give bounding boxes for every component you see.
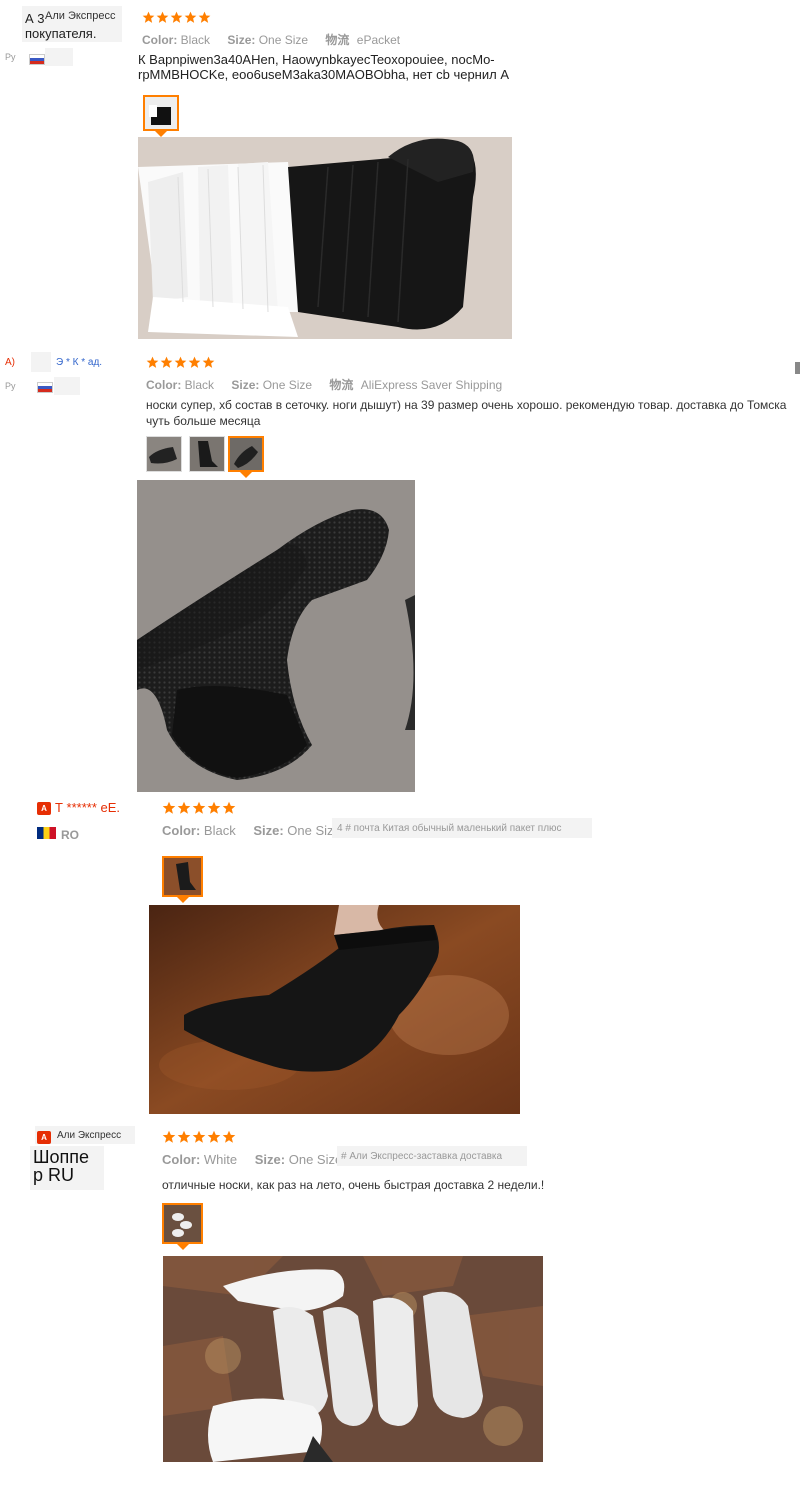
star-icon bbox=[142, 11, 155, 24]
rating-stars bbox=[146, 356, 215, 369]
star-icon bbox=[202, 356, 215, 369]
aliexpress-badge-icon: А bbox=[37, 1131, 51, 1144]
color-label: Color: bbox=[162, 823, 201, 838]
avatar bbox=[31, 352, 51, 372]
review-photo[interactable] bbox=[137, 480, 415, 792]
black-sock-on-foot-photo bbox=[149, 905, 520, 1114]
blurred-region bbox=[45, 48, 73, 66]
shipping-value: # Али Экспресс-заставка доставка bbox=[341, 1151, 503, 1162]
rating-stars bbox=[142, 11, 211, 24]
sku-info: Color: Black Size: One Size bbox=[162, 823, 341, 838]
thumbnail-pointer bbox=[240, 472, 252, 478]
store-badge-label: Али Экспресс bbox=[57, 1130, 122, 1141]
sock-thumbnail-image bbox=[190, 437, 224, 471]
size-label: Size: bbox=[227, 33, 256, 47]
white-socks-on-rug-photo bbox=[163, 1256, 543, 1462]
scrollbar-thumb[interactable] bbox=[795, 362, 800, 374]
rating-stars bbox=[162, 1130, 236, 1144]
star-icon bbox=[192, 801, 206, 815]
star-icon bbox=[146, 356, 159, 369]
star-icon bbox=[207, 801, 221, 815]
review-photo-thumbnail[interactable] bbox=[162, 856, 203, 897]
thumbnail-pointer bbox=[177, 1244, 189, 1250]
reviewer-name: Э * К * ад. bbox=[56, 357, 103, 368]
star-icon bbox=[177, 801, 191, 815]
socks-thumbnail-image bbox=[145, 97, 177, 129]
size-label: Size: bbox=[254, 1152, 286, 1167]
blurred-region bbox=[54, 377, 80, 395]
review-photo[interactable] bbox=[149, 905, 520, 1114]
star-icon bbox=[184, 11, 197, 24]
reviewer-name: Т ****** еЕ. bbox=[55, 800, 121, 815]
star-icon bbox=[207, 1130, 221, 1144]
shipping-label: 物流 bbox=[325, 33, 350, 47]
star-icon bbox=[222, 801, 236, 815]
russia-flag-icon bbox=[37, 382, 53, 393]
size-label: Size: bbox=[231, 378, 260, 392]
star-icon bbox=[156, 11, 169, 24]
reviewer-country: р RU bbox=[33, 1165, 75, 1185]
star-icon bbox=[160, 356, 173, 369]
review-photo-thumbnail[interactable] bbox=[228, 436, 264, 472]
shipping-value: 4 # почта Китая обычный маленький пакет … bbox=[337, 823, 562, 834]
review-photo[interactable] bbox=[163, 1256, 543, 1462]
star-icon bbox=[174, 356, 187, 369]
sock-thumbnail-image bbox=[230, 438, 262, 470]
shipping-value: AliExpress Saver Shipping bbox=[360, 378, 503, 392]
country-code: Ру bbox=[5, 52, 16, 62]
review-photo-thumbnail[interactable] bbox=[162, 1203, 203, 1244]
name-prefix: А) bbox=[5, 357, 15, 368]
review-photo-thumbnail[interactable] bbox=[146, 436, 182, 472]
size-value: One Size bbox=[258, 33, 309, 47]
star-icon bbox=[177, 1130, 191, 1144]
black-mesh-sock-photo bbox=[137, 480, 415, 792]
aliexpress-badge-icon: А bbox=[37, 802, 51, 815]
review-photo[interactable] bbox=[138, 137, 512, 339]
color-value: Black bbox=[180, 33, 211, 47]
russia-flag-icon bbox=[29, 54, 45, 65]
color-label: Color: bbox=[146, 378, 182, 392]
star-icon bbox=[162, 1130, 176, 1144]
star-icon bbox=[192, 1130, 206, 1144]
country-code: Ру bbox=[5, 381, 16, 391]
star-icon bbox=[198, 11, 211, 24]
color-label: Color: bbox=[162, 1152, 201, 1167]
color-value: Black bbox=[184, 378, 215, 392]
reviewer-name: А 3 покупателя. bbox=[25, 11, 97, 41]
star-icon bbox=[188, 356, 201, 369]
review-text: отличные носки, как раз на лето, очень б… bbox=[162, 1178, 545, 1192]
country-code: RO bbox=[61, 828, 79, 842]
rating-stars bbox=[162, 801, 236, 815]
review-text: К Bapnpiwen3a40AHen, HaowynbkayecTeoxopo… bbox=[138, 52, 509, 82]
reviewer-name: Шоппе bbox=[33, 1147, 90, 1167]
sku-info: Color: Black Size: One Size 物流 AliExpres… bbox=[146, 376, 502, 393]
review-photo-thumbnail[interactable] bbox=[143, 95, 179, 131]
review-photo-thumbnail[interactable] bbox=[189, 436, 225, 472]
sku-info: Color: Black Size: One Size 物流 ePacket bbox=[142, 31, 400, 48]
size-value: One Size bbox=[288, 1152, 343, 1167]
color-label: Color: bbox=[142, 33, 178, 47]
shipping-value: ePacket bbox=[356, 33, 401, 47]
color-value: Black bbox=[203, 823, 236, 838]
sock-thumbnail-image bbox=[164, 858, 201, 895]
white-black-socks-photo bbox=[138, 137, 512, 339]
shipping-label: 物流 bbox=[329, 378, 354, 392]
thumbnail-pointer bbox=[177, 897, 189, 903]
color-value: White bbox=[203, 1152, 238, 1167]
socks-thumbnail-image bbox=[164, 1205, 201, 1242]
size-label: Size: bbox=[253, 823, 284, 838]
star-icon bbox=[162, 801, 176, 815]
star-icon bbox=[170, 11, 183, 24]
romania-flag-icon bbox=[37, 827, 56, 839]
sku-info: Color: White Size: One Size bbox=[162, 1152, 342, 1167]
review-text: носки супер, хб состав в сеточку. ноги д… bbox=[146, 398, 787, 428]
size-value: One Size bbox=[262, 378, 313, 392]
star-icon bbox=[222, 1130, 236, 1144]
sock-thumbnail-image bbox=[147, 437, 181, 471]
